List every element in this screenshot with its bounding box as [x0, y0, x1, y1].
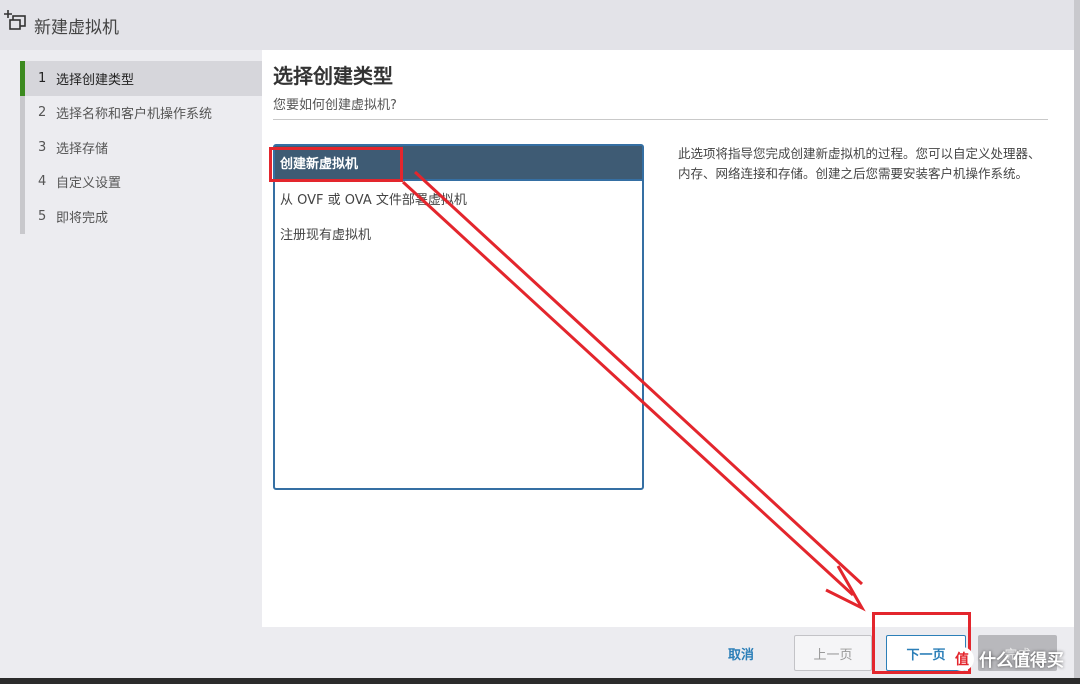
wizard-steps: 1 选择创建类型 2 选择名称和客户机操作系统 3 选择存储 4 自定义设置 5… — [20, 61, 262, 234]
step-label: 自定义设置 — [56, 176, 122, 192]
step-label: 即将完成 — [56, 210, 109, 226]
window-title: 新建虚拟机 — [34, 17, 119, 38]
creation-type-deploy-ovf[interactable]: 从 OVF 或 OVA 文件部署虚拟机 — [275, 181, 642, 216]
cancel-button[interactable]: 取消 — [712, 635, 770, 671]
wizard-step-1[interactable]: 1 选择创建类型 — [20, 61, 262, 96]
creation-type-description: 此选项将指导您完成创建新虚拟机的过程。您可以自定义处理器、内存、网络连接和存储。… — [678, 146, 1041, 181]
page-subtitle: 您要如何创建虚拟机? — [273, 98, 397, 113]
wizard-step-3[interactable]: 3 选择存储 — [20, 130, 262, 165]
step-label: 选择名称和客户机操作系统 — [56, 107, 213, 123]
window-right-edge — [1074, 0, 1080, 684]
page-title: 选择创建类型 — [273, 64, 393, 88]
wizard-step-4[interactable]: 4 自定义设置 — [20, 165, 262, 200]
step-number: 4 — [38, 174, 47, 190]
divider — [273, 119, 1048, 120]
wizard-step-5[interactable]: 5 即将完成 — [20, 199, 262, 234]
step-number: 5 — [38, 208, 47, 224]
watermark: 值 什么值得买 — [950, 646, 1064, 671]
step-number: 3 — [38, 139, 47, 155]
wizard-steps-sidebar: 1 选择创建类型 2 选择名称和客户机操作系统 3 选择存储 4 自定义设置 5… — [0, 50, 262, 627]
window-bottom-edge — [0, 678, 1080, 684]
wizard-content: 选择创建类型 您要如何创建虚拟机? 创建新虚拟机 从 OVF 或 OVA 文件部… — [262, 50, 1074, 627]
creation-type-register-vm[interactable]: 注册现有虚拟机 — [275, 216, 642, 251]
step-label: 选择创建类型 — [56, 72, 135, 88]
creation-type-list: 创建新虚拟机 从 OVF 或 OVA 文件部署虚拟机 注册现有虚拟机 — [273, 144, 644, 490]
annotation-highlight-new-vm — [269, 147, 403, 182]
previous-button[interactable]: 上一页 — [794, 635, 872, 671]
step-label: 选择存储 — [56, 141, 109, 157]
watermark-logo: 值 — [950, 646, 974, 671]
window-titlebar: 新建虚拟机 — [0, 0, 1080, 50]
step-number: 1 — [38, 70, 47, 86]
watermark-text: 什么值得买 — [979, 651, 1064, 671]
wizard-step-2[interactable]: 2 选择名称和客户机操作系统 — [20, 96, 262, 131]
new-vm-icon — [4, 10, 26, 30]
step-number: 2 — [38, 105, 47, 121]
